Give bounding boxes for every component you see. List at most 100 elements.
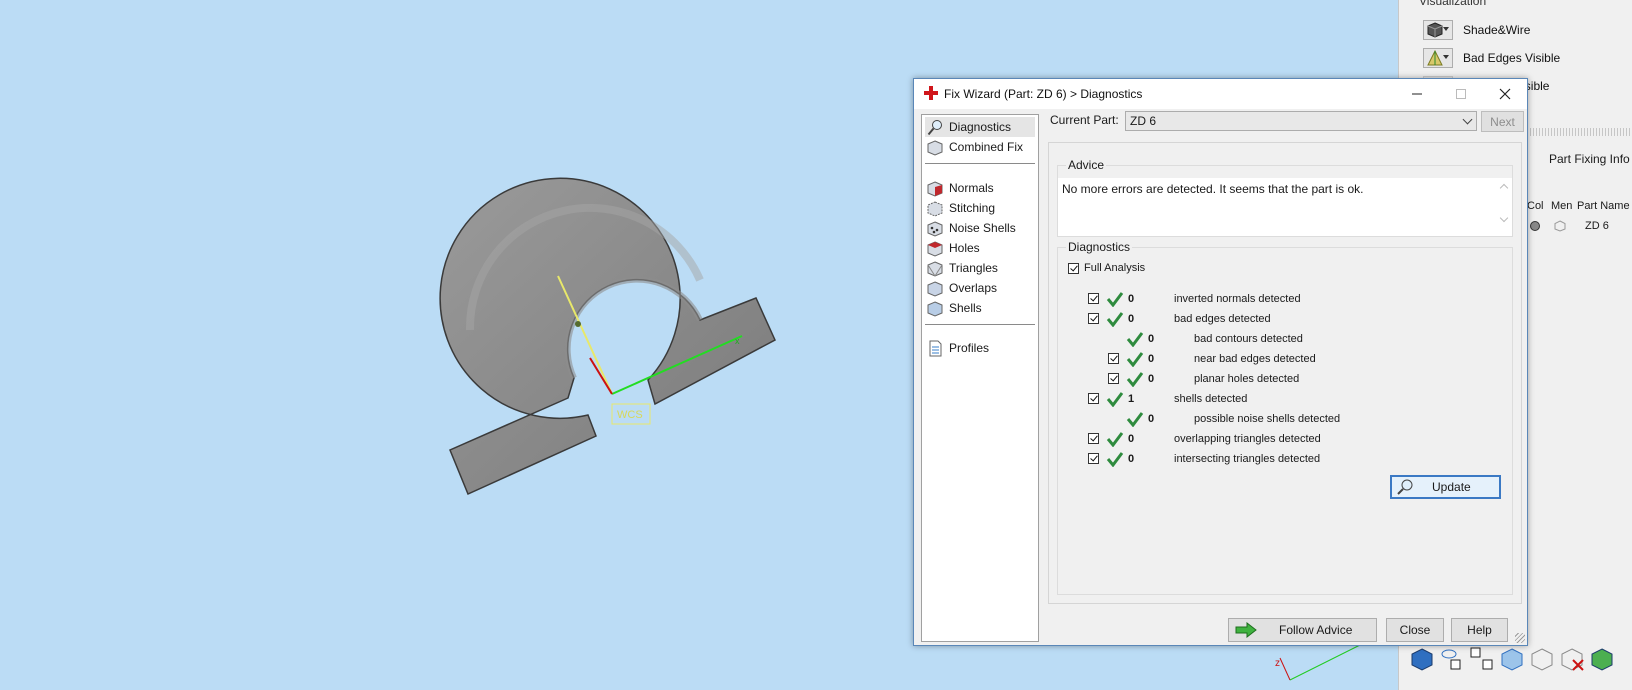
overlapping-triangles-checkbox[interactable] xyxy=(1088,433,1099,444)
green-check-icon xyxy=(1126,412,1144,427)
green-check-icon xyxy=(1126,332,1144,347)
nav-item-combined-fix[interactable]: Combined Fix xyxy=(925,137,1035,157)
green-check-icon xyxy=(1126,372,1144,387)
green-check-icon xyxy=(1106,432,1124,447)
intersecting-triangles-checkbox[interactable] xyxy=(1088,453,1099,464)
wcs-label: WCS xyxy=(617,409,643,421)
part-color-dot-icon[interactable] xyxy=(1529,220,1541,232)
nav-item-noise-shells[interactable]: Noise Shells xyxy=(925,218,1035,238)
minimize-button[interactable] xyxy=(1395,79,1439,109)
near-bad-edges-count: 0 xyxy=(1148,353,1155,365)
planar-holes-count: 0 xyxy=(1148,373,1155,385)
resize-grip[interactable] xyxy=(1515,633,1525,643)
full-analysis-checkbox[interactable] xyxy=(1068,263,1079,274)
near-bad-edges-checkbox[interactable] xyxy=(1108,353,1119,364)
col-header-part-name[interactable]: Part Name xyxy=(1577,200,1630,212)
nav-label-holes: Holes xyxy=(949,241,980,255)
wire-cube-icon[interactable] xyxy=(1499,646,1525,672)
part-name-cell[interactable]: ZD 6 xyxy=(1585,220,1609,232)
close-icon xyxy=(1499,88,1511,100)
near-bad-edges-text: near bad edges detected xyxy=(1194,353,1316,365)
planar-holes-checkbox[interactable] xyxy=(1108,373,1119,384)
nav-label-diagnostics: Diagnostics xyxy=(949,120,1012,134)
bad-edges-row[interactable]: Bad Edges Visible xyxy=(1423,48,1560,68)
next-button[interactable]: Next xyxy=(1481,111,1524,132)
advice-scrollbar[interactable] xyxy=(1497,179,1511,227)
green-arrow-icon xyxy=(1235,622,1257,638)
follow-advice-button[interactable]: Follow Advice xyxy=(1228,618,1377,642)
bad-edges-label: Bad Edges Visible xyxy=(1463,51,1561,65)
dialog-title: Fix Wizard (Part: ZD 6) > Diagnostics xyxy=(944,87,1143,101)
shells-count: 1 xyxy=(1128,393,1135,405)
chevron-down-icon xyxy=(1462,114,1473,125)
shells-checkbox[interactable] xyxy=(1088,393,1099,404)
update-button[interactable]: Update xyxy=(1390,475,1501,499)
col-header-men[interactable]: Men xyxy=(1551,200,1572,212)
nav-item-stitching[interactable]: Stitching xyxy=(925,198,1035,218)
nav-item-normals[interactable]: Normals xyxy=(925,178,1035,198)
inverted-normals-checkbox[interactable] xyxy=(1088,293,1099,304)
full-analysis-label: Full Analysis xyxy=(1084,262,1146,274)
help-button[interactable]: Help xyxy=(1451,618,1508,642)
green-check-icon xyxy=(1106,452,1124,467)
nav-label-profiles: Profiles xyxy=(949,341,990,355)
bottom-toolbar xyxy=(1409,646,1615,672)
bad-edges-button[interactable] xyxy=(1423,48,1453,68)
red-cross-icon xyxy=(924,86,938,100)
nav-item-triangles[interactable]: Triangles xyxy=(925,258,1035,278)
document-icon xyxy=(929,340,942,356)
shells-text: shells detected xyxy=(1174,393,1248,405)
maximize-button[interactable] xyxy=(1439,79,1483,109)
outline-cube-icon[interactable] xyxy=(1529,646,1555,672)
nav-item-overlaps[interactable]: Overlaps xyxy=(925,278,1035,298)
maximize-icon xyxy=(1456,89,1466,99)
nav-item-shells[interactable]: Shells xyxy=(925,298,1035,318)
nav-item-profiles[interactable]: Profiles xyxy=(925,338,1035,358)
holes-cube-icon xyxy=(927,240,943,257)
green-check-icon xyxy=(1106,312,1124,327)
shells-cube-icon xyxy=(927,300,943,317)
visibility-toggle-icon[interactable] xyxy=(1439,646,1465,672)
planar-holes-text: planar holes detected xyxy=(1194,373,1300,385)
shade-wire-row[interactable]: Shade&Wire xyxy=(1423,20,1530,40)
triangles-cube-icon xyxy=(927,260,943,277)
bad-edges-checkbox[interactable] xyxy=(1088,313,1099,324)
nav-label-normals: Normals xyxy=(949,181,994,195)
nav-label-shells: Shells xyxy=(949,301,982,315)
advice-legend: Advice xyxy=(1066,158,1107,172)
shaded-cube-icon[interactable] xyxy=(1409,646,1435,672)
close-button[interactable]: Close xyxy=(1386,618,1444,642)
delete-cube-icon[interactable] xyxy=(1559,646,1585,672)
intersecting-triangles-text: intersecting triangles detected xyxy=(1174,453,1321,465)
green-check-icon xyxy=(1106,292,1124,307)
mini-axis-z-label: z xyxy=(1275,658,1280,669)
close-window-button[interactable] xyxy=(1483,79,1527,109)
noise-shells-count: 0 xyxy=(1148,413,1155,425)
color-cube-icon[interactable] xyxy=(1589,646,1615,672)
nav-label-combined-fix: Combined Fix xyxy=(949,140,1024,154)
current-part-value: ZD 6 xyxy=(1130,114,1157,128)
part-fixing-info-tab[interactable]: Part Fixing Info xyxy=(1549,152,1630,166)
nav-label-stitching: Stitching xyxy=(949,201,996,215)
green-check-icon xyxy=(1106,392,1124,407)
bad-contours-count: 0 xyxy=(1148,333,1155,345)
select-toggle-icon[interactable] xyxy=(1469,646,1495,672)
nav-label-overlaps: Overlaps xyxy=(949,281,998,295)
title-bar[interactable]: Fix Wizard (Part: ZD 6) > Diagnostics xyxy=(914,79,1527,109)
current-part-select[interactable]: ZD 6 xyxy=(1125,111,1477,131)
shade-wire-button[interactable] xyxy=(1423,20,1453,40)
follow-advice-label: Follow Advice xyxy=(1279,623,1353,637)
triangle-edges-icon xyxy=(1427,50,1443,66)
nav-item-diagnostics[interactable]: Diagnostics xyxy=(925,117,1035,137)
fix-wizard-dialog: Fix Wizard (Part: ZD 6) > Diagnostics Di… xyxy=(913,78,1528,646)
bad-edges-text: bad edges detected xyxy=(1174,313,1271,325)
visualization-title: Visualization xyxy=(1419,0,1487,8)
minimize-icon xyxy=(1412,93,1422,95)
advice-text-box[interactable]: No more errors are detected. It seems th… xyxy=(1058,178,1512,236)
part-mesh-icon[interactable] xyxy=(1554,220,1566,232)
overlaps-cube-icon xyxy=(927,280,943,297)
col-header-col[interactable]: Col xyxy=(1527,200,1544,212)
nav-item-holes[interactable]: Holes xyxy=(925,238,1035,258)
magnifier-icon xyxy=(1397,479,1413,495)
diagnostics-panel: Advice No more errors are detected. It s… xyxy=(1048,142,1522,604)
